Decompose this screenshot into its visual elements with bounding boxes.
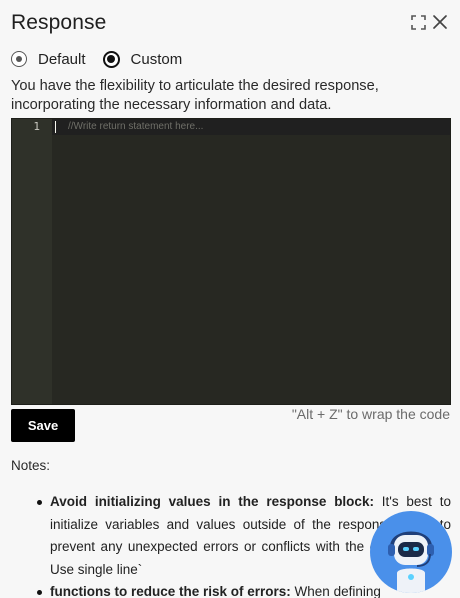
line-number: 1 xyxy=(33,120,40,133)
note-title: functions to reduce the risk of errors: xyxy=(50,584,291,598)
code-editor[interactable]: 1 //Write return statement here... xyxy=(11,118,451,405)
radio-custom[interactable]: Custom xyxy=(102,50,183,68)
robot-assistant-icon[interactable] xyxy=(370,511,452,593)
notes-label: Notes: xyxy=(11,458,51,473)
text-cursor xyxy=(55,121,56,133)
description-text: You have the flexibility to articulate t… xyxy=(11,78,379,113)
response-panel: Response Default Custom You have the fle… xyxy=(0,0,460,598)
editor-placeholder: //Write return statement here... xyxy=(68,121,204,132)
save-button[interactable]: Save xyxy=(11,409,75,442)
note-title: Avoid initializing values in the respons… xyxy=(50,494,374,509)
close-icon[interactable] xyxy=(432,14,448,30)
radio-custom-label: Custom xyxy=(130,50,183,68)
radio-button-icon xyxy=(11,51,27,67)
response-mode-radio-group: Default Custom xyxy=(11,49,199,69)
radio-button-selected-icon xyxy=(102,50,120,68)
editor-gutter: 1 xyxy=(12,119,52,404)
expand-icon[interactable] xyxy=(411,15,426,30)
wrap-hint: "Alt + Z" to wrap the code xyxy=(291,406,450,422)
radio-default-label: Default xyxy=(38,50,86,68)
panel-title: Response xyxy=(11,11,107,34)
radio-default[interactable]: Default xyxy=(11,51,86,68)
panel-header: Response xyxy=(11,10,449,38)
note-body: When defining xyxy=(290,584,381,598)
